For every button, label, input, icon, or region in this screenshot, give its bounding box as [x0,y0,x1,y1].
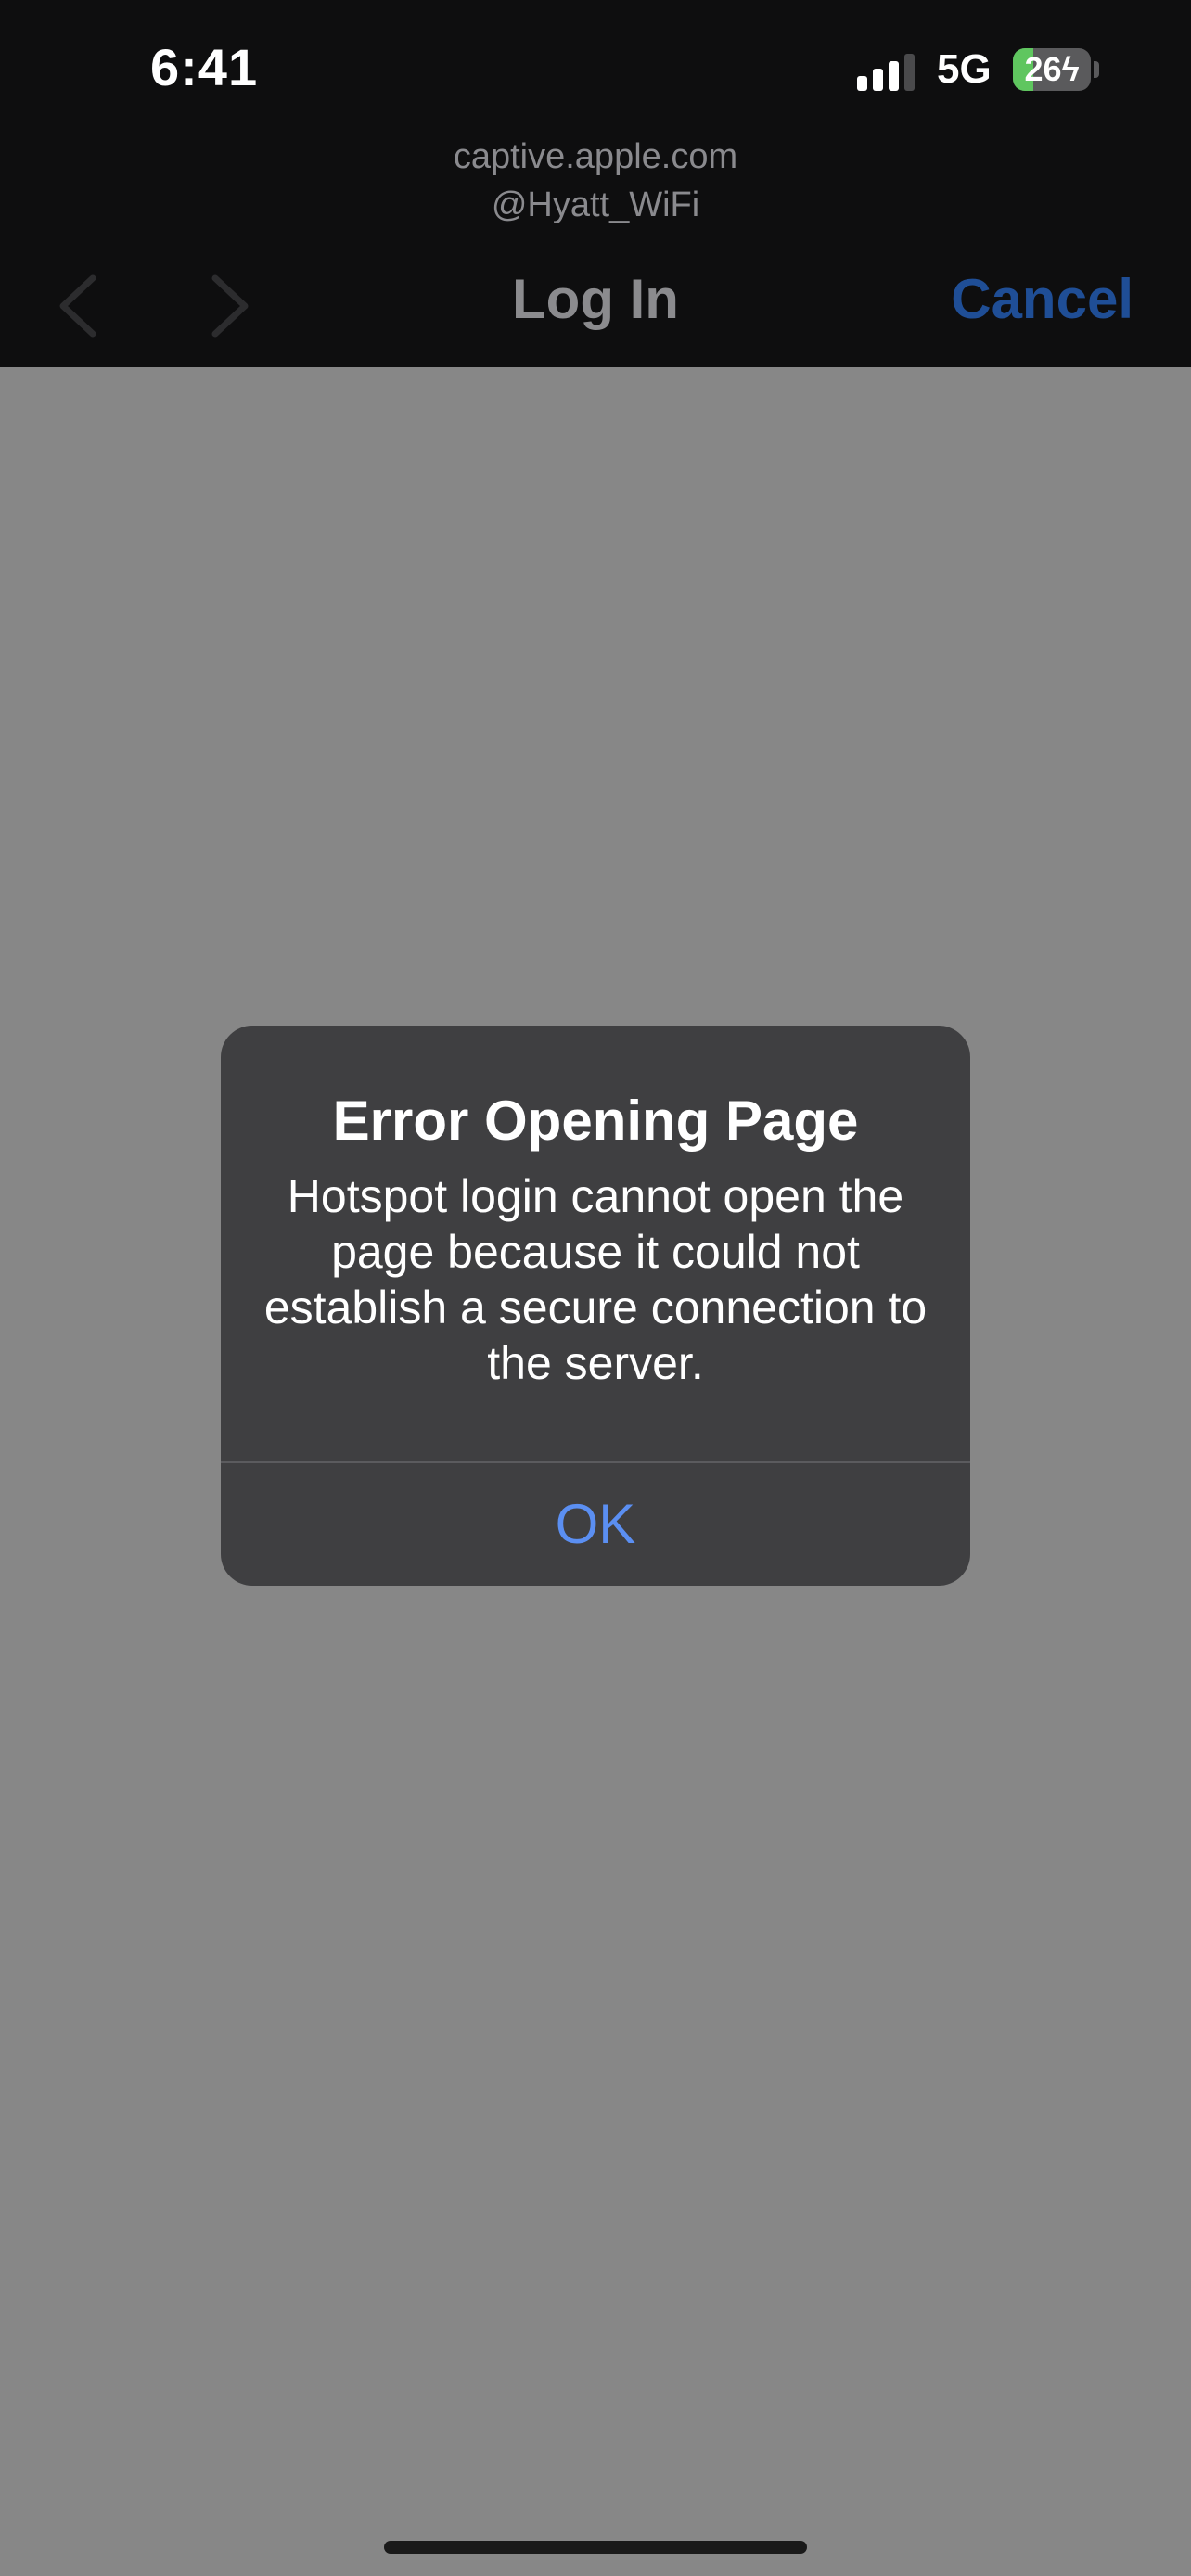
error-alert-dialog: Error Opening Page Hotspot login cannot … [221,1026,970,1586]
battery-icon: 26ϟ [1013,48,1091,91]
url-host: captive.apple.com [453,137,738,176]
network-type-label: 5G [937,46,992,92]
ok-button[interactable]: OK [221,1463,970,1586]
status-time: 6:41 [150,38,259,96]
battery-cap [1094,61,1099,78]
home-indicator[interactable] [384,2541,807,2554]
wifi-network-name: @Hyatt_WiFi [491,185,700,224]
alert-message: Hotspot login cannot open the page becau… [263,1170,928,1389]
charging-bolt-icon: ϟ [1061,50,1080,88]
cellular-signal-icon [857,54,916,91]
navigation-header: 6:41 5G 26ϟ captive.apple.com @Hyatt_WiF… [0,0,1191,367]
cancel-button[interactable]: Cancel [951,267,1133,331]
alert-title: Error Opening Page [332,1090,859,1152]
battery-level: 26 [1024,50,1062,88]
